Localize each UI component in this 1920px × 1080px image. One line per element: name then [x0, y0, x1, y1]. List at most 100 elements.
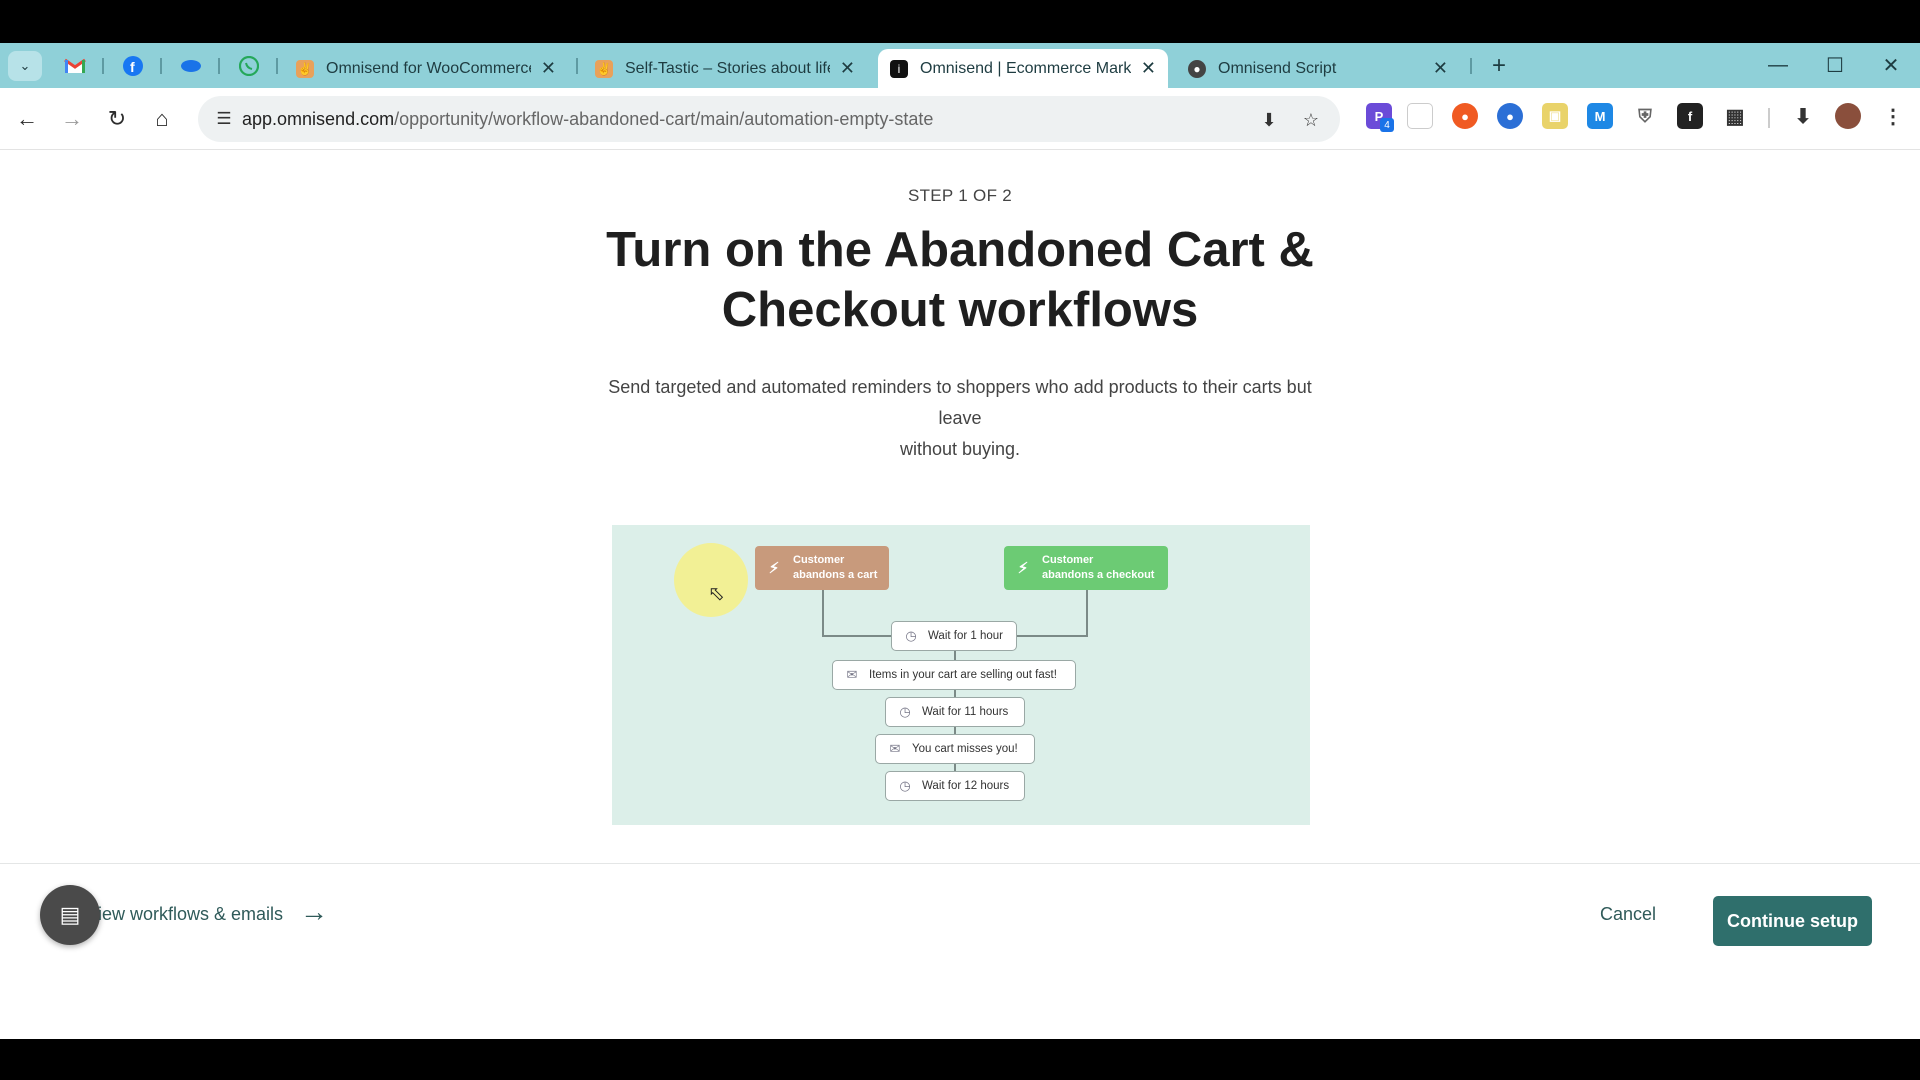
reload-icon: ↻ [107, 106, 127, 131]
close-icon[interactable]: ✕ [1141, 58, 1156, 79]
trigger-label: Customer [1042, 554, 1094, 566]
lightning-icon: ⚡︎ [1017, 559, 1029, 577]
puzzle-icon[interactable]: ▦ [1722, 103, 1748, 129]
address-url[interactable]: app.omnisend.com/opportunity/workflow-ab… [242, 109, 933, 130]
extension-badge: 4 [1380, 118, 1394, 132]
chat-bubble-icon [181, 60, 201, 72]
chat-icon: ▤ [59, 902, 81, 927]
toolbar-separator [1768, 108, 1770, 128]
workflow-step-email: ✉ You cart misses you! [875, 734, 1035, 764]
extension-blank-icon[interactable] [1407, 103, 1433, 129]
browser-toolbar: ← → ↻ ⌂ ☰ app.omnisend.com/opportunity/w… [0, 88, 1920, 150]
mail-icon: ✉ [846, 667, 858, 682]
maximize-icon: ☐ [1826, 54, 1844, 77]
arrow-right-icon: → [61, 106, 83, 131]
tab-separator [276, 58, 278, 74]
workflow-step-wait: ◷ Wait for 12 hours [885, 771, 1025, 801]
browser-window: ⌄ f ✌ Omnisend for WooCommerce ✕ ✌ Self-… [0, 43, 1920, 1039]
trigger-abandoned-checkout: ⚡︎ Customer abandons a checkout [1004, 546, 1168, 590]
clock-icon: ◷ [905, 628, 917, 643]
arrow-right-icon[interactable]: → [300, 896, 328, 928]
svg-text:f: f [130, 59, 135, 75]
view-workflows-link[interactable]: iew workflows & emails [98, 904, 283, 925]
page-title: Turn on the Abandoned Cart & Checkout wo… [560, 220, 1360, 340]
facebook-icon: f [123, 56, 143, 76]
whatsapp-icon [239, 56, 259, 76]
subtitle-line: without buying. [899, 439, 1021, 459]
cancel-button[interactable]: Cancel [1600, 904, 1656, 925]
tab-title: Omnisend | Ecommerce Market… [920, 59, 1131, 77]
maximize-button[interactable]: ☐ [1810, 48, 1860, 82]
tab-title: Self-Tastic – Stories about life i… [625, 59, 830, 77]
shield-icon[interactable]: ⛨ [1632, 103, 1658, 129]
minimize-icon: — [1768, 53, 1788, 76]
url-domain: app.omnisend.com [242, 109, 395, 129]
pinned-tab-whatsapp[interactable] [236, 53, 262, 79]
continue-setup-button[interactable]: Continue setup [1713, 896, 1872, 946]
extension-image-icon[interactable]: ▣ [1542, 103, 1568, 129]
url-path: /opportunity/workflow-abandoned-cart/mai… [394, 109, 934, 129]
tab-separator [218, 58, 220, 74]
chat-widget-button[interactable]: ▤ [40, 885, 100, 945]
tab-title: Omnisend for WooCommerce [326, 59, 531, 77]
tab-omnisend-script[interactable]: ● Omnisend Script ✕ [1176, 49, 1460, 88]
bookmark-star-icon[interactable]: ☆ [1298, 107, 1324, 133]
step-label: Wait for 1 hour [928, 630, 1003, 642]
tab-omnisend-woocommerce[interactable]: ✌ Omnisend for WooCommerce ✕ [284, 49, 568, 88]
screen: ⌄ f ✌ Omnisend for WooCommerce ✕ ✌ Self-… [0, 0, 1920, 1080]
tab-search-button[interactable]: ⌄ [8, 51, 42, 81]
download-icon[interactable]: ⬇ [1790, 103, 1816, 129]
new-tab-button[interactable]: + [1484, 51, 1514, 81]
home-icon: ⌂ [155, 106, 169, 131]
extension-m-icon[interactable]: M [1587, 103, 1613, 129]
extension-f-icon[interactable]: f [1677, 103, 1703, 129]
extension-orange-icon[interactable]: ● [1452, 103, 1478, 129]
tab-omnisend-ecommerce[interactable]: i Omnisend | Ecommerce Market… ✕ [878, 49, 1168, 88]
gmail-icon [64, 58, 86, 73]
step-label: Items in your cart are selling out fast! [869, 669, 1057, 681]
tab-title: Omnisend Script [1218, 59, 1337, 77]
workflow-step-email: ✉ Items in your cart are selling out fast… [832, 660, 1076, 690]
window-close-button[interactable]: ✕ [1866, 48, 1916, 82]
pinned-tab-gmail[interactable] [62, 53, 88, 79]
reload-button[interactable]: ↻ [100, 102, 134, 136]
tab-self-tastic[interactable]: ✌ Self-Tastic – Stories about life i… ✕ [583, 49, 867, 88]
site-settings-icon[interactable]: ☰ [212, 107, 236, 131]
address-bar[interactable]: ☰ app.omnisend.com/opportunity/workflow-… [198, 96, 1340, 142]
step-label: You cart misses you! [912, 743, 1018, 755]
hand-icon: ✌ [595, 59, 613, 78]
close-icon: ✕ [1882, 54, 1900, 77]
avatar[interactable] [1835, 103, 1861, 129]
pinned-tab-messenger[interactable] [178, 53, 204, 79]
page-subtitle: Send targeted and automated reminders to… [585, 372, 1335, 465]
lightning-icon: ⚡︎ [768, 559, 780, 577]
close-icon[interactable]: ✕ [840, 58, 855, 79]
extension-blue-icon[interactable]: ● [1497, 103, 1523, 129]
arrow-left-icon: ← [16, 106, 38, 131]
footer-bar: iew workflows & emails → ▤ Cancel Contin… [0, 863, 1920, 972]
mouse-cursor-icon: ⬁ [708, 583, 725, 605]
connector-line [822, 635, 894, 637]
install-app-icon[interactable]: ⬇ [1256, 107, 1282, 133]
omnisend-icon: i [890, 59, 908, 78]
subtitle-line: Send targeted and automated reminders to… [608, 377, 1312, 428]
tab-separator [1470, 58, 1472, 74]
more-menu-icon[interactable]: ⋮ [1880, 103, 1906, 129]
close-icon[interactable]: ✕ [541, 58, 556, 79]
pinned-tab-facebook[interactable]: f [120, 53, 146, 79]
trigger-label: abandons a checkout [1042, 569, 1155, 581]
connector-line [1016, 635, 1088, 637]
connector-line [822, 590, 824, 636]
page-title-line: Checkout workflows [721, 283, 1199, 337]
step-indicator: STEP 1 OF 2 [907, 186, 1013, 205]
close-icon[interactable]: ✕ [1433, 58, 1448, 79]
back-button[interactable]: ← [10, 102, 44, 136]
trigger-label: abandons a cart [793, 569, 878, 581]
hand-icon: ✌ [296, 59, 314, 78]
forward-button[interactable]: → [55, 102, 89, 136]
tab-separator [102, 58, 104, 74]
workflow-step-wait: ◷ Wait for 1 hour [891, 621, 1017, 651]
home-button[interactable]: ⌂ [145, 102, 179, 136]
minimize-button[interactable]: — [1753, 48, 1803, 82]
page-title-line: Turn on the Abandoned Cart & [606, 223, 1314, 277]
